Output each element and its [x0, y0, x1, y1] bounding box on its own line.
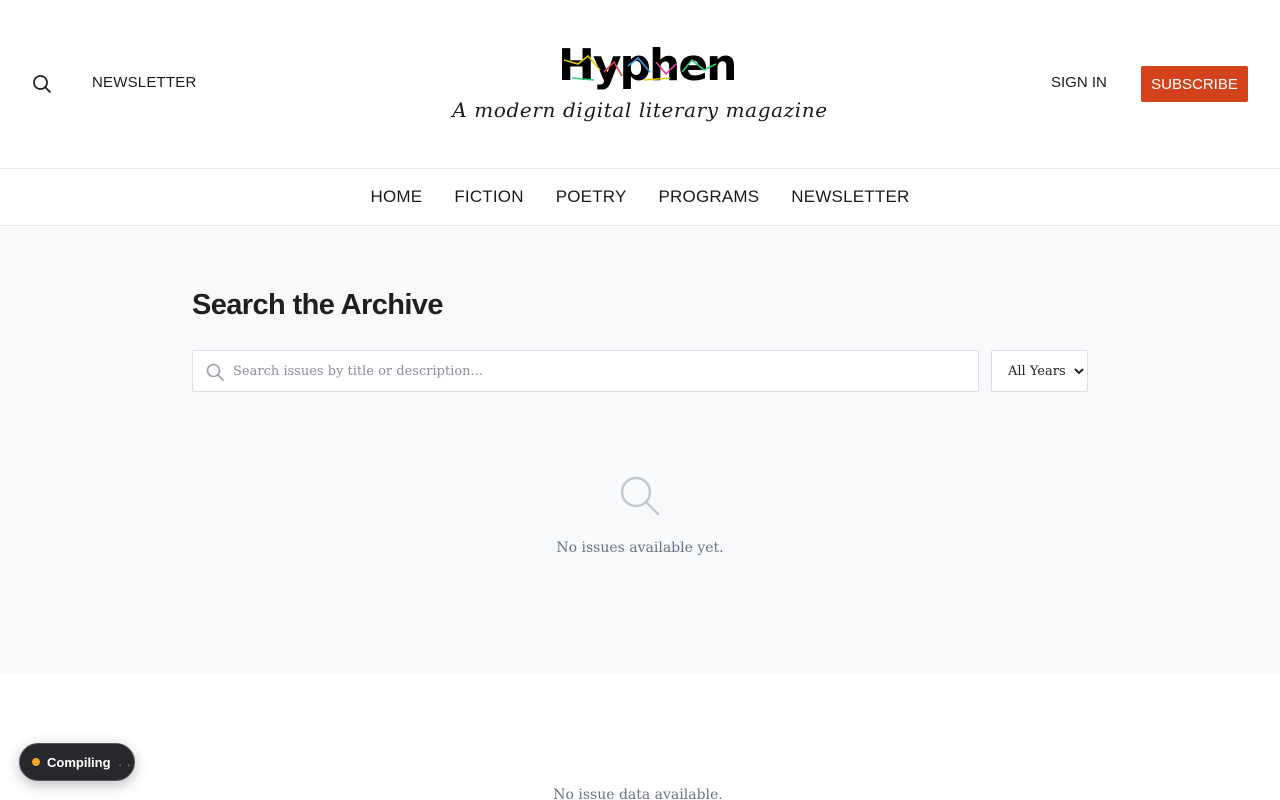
- nav-item-home[interactable]: HOME: [371, 187, 423, 207]
- page-title: Search the Archive: [192, 289, 443, 321]
- nav-item-programs[interactable]: PROGRAMS: [659, 187, 760, 207]
- sign-in-link[interactable]: SIGN IN: [1051, 74, 1107, 91]
- status-progress-dots: . .: [118, 755, 132, 769]
- empty-state-message: No issues available yet.: [556, 540, 724, 556]
- compiling-status-pill[interactable]: Compiling . .: [19, 743, 135, 781]
- status-label: Compiling: [47, 754, 111, 770]
- site-tagline: A modern digital literary magazine: [452, 98, 828, 122]
- nav-item-newsletter[interactable]: NEWSLETTER: [791, 187, 909, 207]
- nav-item-fiction[interactable]: FICTION: [454, 187, 523, 207]
- site-header: NEWSLETTER Hyphen A modern digital liter…: [0, 0, 1280, 168]
- site-logo[interactable]: Hyphen: [558, 42, 738, 92]
- subscribe-button[interactable]: SUBSCRIBE: [1141, 66, 1248, 102]
- archive-section: Search the Archive All Years No issues a…: [0, 227, 1280, 673]
- header-newsletter-link[interactable]: NEWSLETTER: [92, 74, 197, 91]
- search-icon: [618, 474, 662, 518]
- search-icon[interactable]: [30, 72, 54, 96]
- status-dot-icon: [32, 758, 40, 766]
- logo-decoration: [563, 54, 717, 81]
- main-nav: HOME FICTION POETRY PROGRAMS NEWSLETTER: [0, 168, 1280, 226]
- archive-search-box: [192, 350, 979, 392]
- issue-data-empty-message: No issue data available.: [553, 787, 723, 800]
- search-icon: [205, 362, 225, 382]
- year-filter-select[interactable]: All Years: [991, 350, 1088, 392]
- nav-item-poetry[interactable]: POETRY: [556, 187, 627, 207]
- archive-search-input[interactable]: [233, 351, 973, 391]
